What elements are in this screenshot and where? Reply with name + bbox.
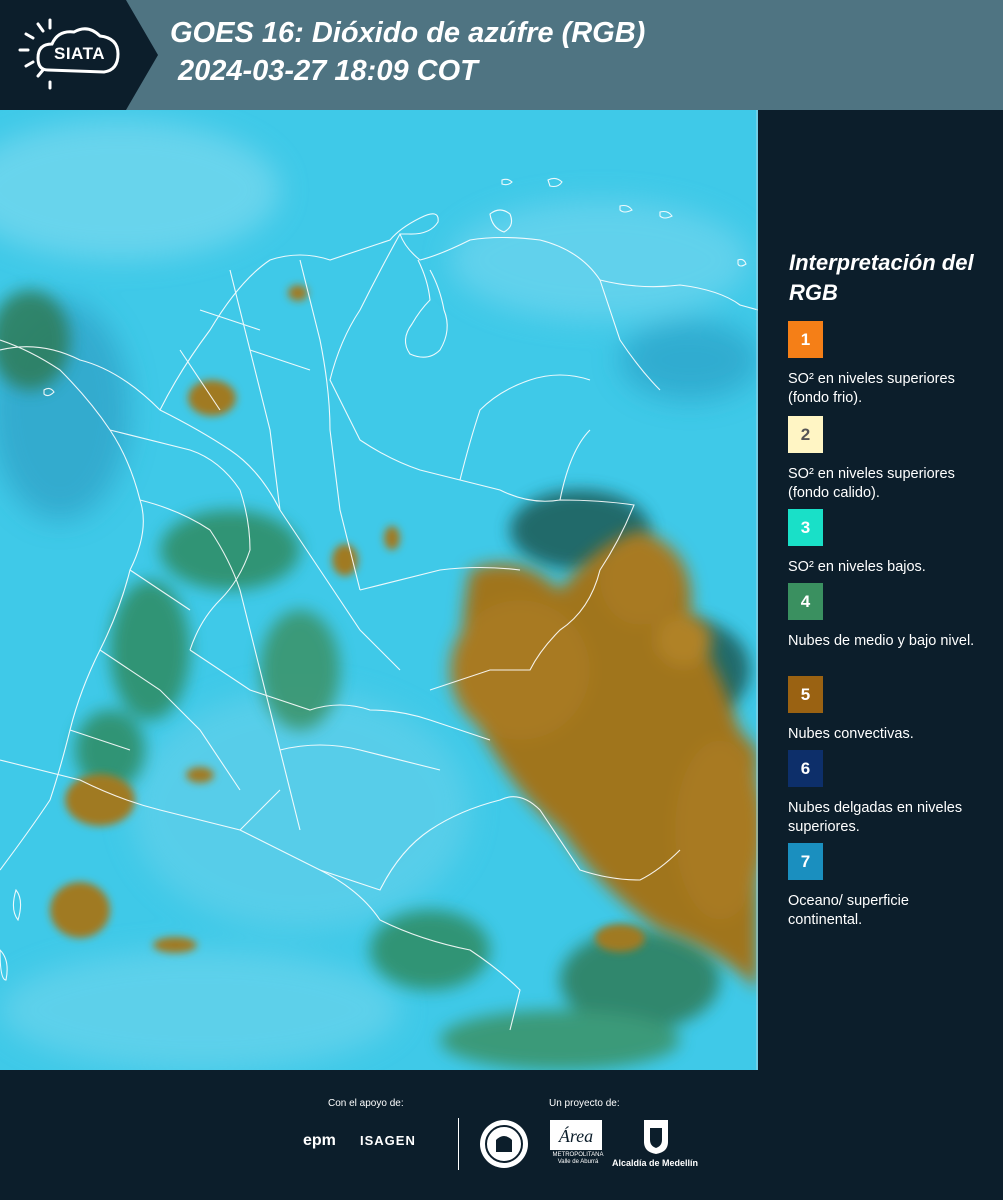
legend-title: Interpretación del RGB	[789, 250, 974, 305]
legend-number: 6	[800, 758, 811, 778]
title-timestamp: 2024-03-27 18:09 COT	[178, 55, 478, 87]
footer-divider	[458, 1118, 459, 1170]
alcaldia-shield-icon	[644, 1120, 668, 1154]
area-metropolitana-logo-icon: Área	[550, 1120, 602, 1150]
legend-number: 3	[800, 517, 811, 537]
siata-logo: SIATA	[0, 0, 158, 110]
legend-swatch: 7	[788, 843, 823, 880]
footer-sponsors: Con el apoyo de: Un proyecto de: epm ISA…	[0, 1070, 1003, 1200]
medellin-seal-icon	[480, 1120, 528, 1168]
legend-item-2: 2 SO² en niveles superiores (fondo calid…	[788, 416, 988, 503]
legend-label: Nubes delgadas en niveles superiores.	[788, 800, 963, 835]
legend-swatch: 3	[788, 509, 823, 546]
legend-swatch: 5	[788, 676, 823, 713]
satellite-map-svg	[0, 110, 758, 1070]
page-title: GOES 16: Dióxido de azúfre (RGB) 2024-03…	[170, 14, 645, 90]
legend-label: Nubes de medio y bajo nivel.	[788, 633, 975, 649]
satellite-image[interactable]	[0, 110, 758, 1070]
rgb-legend: Interpretación del RGB 1 SO² en niveles …	[775, 110, 995, 1070]
legend-number: 5	[800, 684, 811, 704]
legend-item-5: 5 Nubes convectivas.	[788, 676, 988, 744]
legend-swatch: 4	[788, 583, 823, 620]
support-label: Con el apoyo de:	[328, 1098, 404, 1109]
legend-swatch: 6	[788, 750, 823, 787]
legend-item-4: 4 Nubes de medio y bajo nivel.	[788, 583, 988, 651]
legend-label: SO² en niveles superiores (fondo calido)…	[788, 466, 955, 501]
legend-number: 2	[800, 424, 811, 444]
legend-swatch: 2	[788, 416, 823, 453]
legend-item-7: 7 Oceano/ superficie continental.	[788, 843, 988, 930]
siata-logo-text: SIATA	[54, 44, 105, 63]
legend-item-1: 1 SO² en niveles superiores (fondo frio)…	[788, 321, 988, 408]
legend-number: 7	[800, 851, 811, 871]
svg-text:Área: Área	[558, 1125, 593, 1146]
legend-label: SO² en niveles superiores (fondo frio).	[788, 371, 955, 406]
epm-logo: epm	[303, 1132, 336, 1149]
isagen-logo: ISAGEN	[360, 1133, 416, 1148]
legend-item-3: 3 SO² en niveles bajos.	[788, 509, 988, 577]
area-metropolitana-text: METROPOLITANA Valle de Aburrá	[552, 1152, 604, 1165]
legend-label: Nubes convectivas.	[788, 726, 914, 742]
legend-label: SO² en niveles bajos.	[788, 559, 926, 575]
title-product: GOES 16: Dióxido de azúfre (RGB)	[170, 17, 646, 49]
legend-item-6: 6 Nubes delgadas en niveles superiores.	[788, 750, 988, 837]
project-label: Un proyecto de:	[549, 1098, 620, 1109]
legend-swatch: 1	[788, 321, 823, 358]
legend-number: 1	[800, 329, 811, 349]
header-bar: SIATA GOES 16: Dióxido de azúfre (RGB) 2…	[0, 0, 1003, 110]
legend-number: 4	[800, 591, 811, 611]
alcaldia-logo-text: Alcaldía de Medellín	[612, 1158, 699, 1168]
legend-label: Oceano/ superficie continental.	[788, 893, 909, 928]
